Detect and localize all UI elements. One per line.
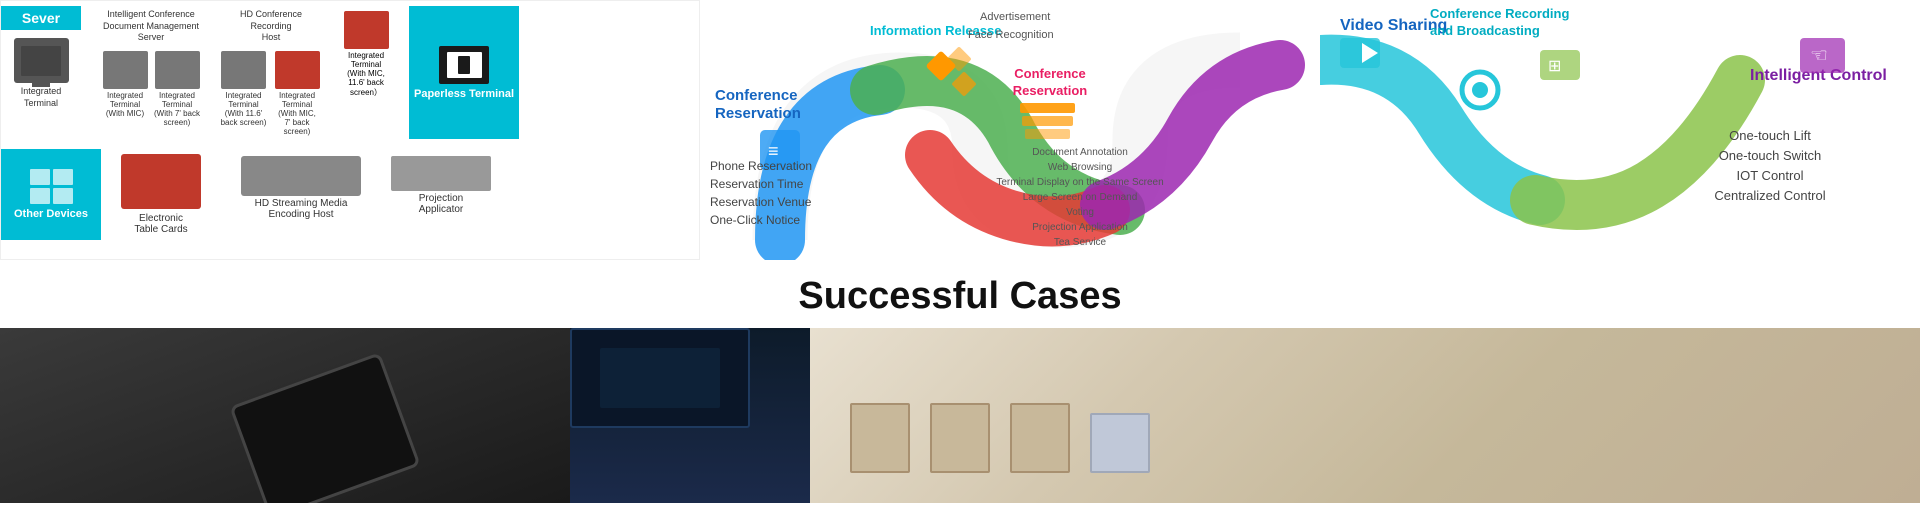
svg-text:Conference: Conference [715, 87, 798, 104]
intel-conf-label: Intelligent ConferenceDocument Managemen… [103, 9, 199, 44]
terminal-mic7-icon [275, 51, 320, 89]
terminal-mic7-label: IntegratedTerminal(With MIC,7' back scre… [271, 91, 323, 136]
hd-recording-label: HD Conference RecordingHost [219, 9, 323, 44]
main-layout: Sever IntegratedTerminal Intelligent Con… [0, 0, 1920, 260]
table-cards-label: ElectronicTable Cards [134, 213, 187, 235]
terminal-mic-icon [103, 51, 148, 89]
svg-text:Document Annotation: Document Annotation [1032, 147, 1128, 158]
encoding-icon [241, 156, 361, 196]
svg-text:One-touch Switch: One-touch Switch [1719, 148, 1822, 163]
svg-text:Reservation: Reservation [1013, 83, 1087, 98]
diagram-svg: Conference Reservation ≡ Information Rel… [700, 0, 1320, 260]
sever-badge: Sever [1, 6, 81, 30]
svg-text:⊞: ⊞ [1548, 58, 1561, 75]
terminal-mic-label: IntegratedTerminal(With MIC) [106, 91, 144, 118]
terminal-11back-icon [221, 51, 266, 89]
terminal-mic116-icon [344, 11, 389, 49]
other-devices-icons [30, 169, 73, 204]
right-svg: Video Sharing Conference Recording and B… [1320, 0, 1920, 260]
left-block: Sever IntegratedTerminal Intelligent Con… [0, 0, 700, 260]
tablet-device [229, 352, 420, 503]
svg-text:Conference Recording: Conference Recording [1430, 6, 1569, 21]
paperless-terminal: Paperless Terminal [409, 6, 519, 139]
svg-text:Web Browsing: Web Browsing [1048, 162, 1112, 173]
integrated-terminal-label: IntegratedTerminal [21, 86, 62, 109]
successful-cases-section: Successful Cases [0, 260, 1920, 328]
svg-text:Terminal Display on the Same S: Terminal Display on the Same Screen [996, 177, 1163, 188]
monitor-3 [1010, 403, 1070, 473]
other-devices-label: Other Devices [14, 208, 88, 220]
devices-panel: Sever IntegratedTerminal Intelligent Con… [1, 1, 699, 245]
integrated-terminal-icon [14, 38, 69, 83]
case-image-mid [570, 328, 810, 503]
table-card-icon [121, 154, 201, 209]
svg-text:☜: ☜ [1810, 45, 1828, 67]
cases-images-row [0, 328, 1920, 503]
svg-text:Conference: Conference [1014, 66, 1086, 81]
encoding-label: HD Streaming MediaEncoding Host [255, 198, 348, 220]
tv-screen [1090, 413, 1150, 473]
paperless-screen-icon [439, 46, 489, 84]
monitor-1 [850, 403, 910, 473]
case-image-left [0, 328, 570, 503]
monitor-2 [930, 403, 990, 473]
conference-room-bg [810, 328, 1920, 503]
device-icon-1 [30, 169, 50, 185]
svg-text:and Broadcasting: and Broadcasting [1430, 23, 1540, 38]
device-icon-3 [30, 188, 50, 204]
other-devices-cell: Other Devices [1, 149, 101, 240]
svg-text:IOT Control: IOT Control [1737, 168, 1804, 183]
paperless-label: Paperless Terminal [414, 88, 514, 100]
svg-text:Reservation Time: Reservation Time [710, 177, 804, 191]
case-image-right [810, 328, 1920, 503]
page-wrapper: Sever IntegratedTerminal Intelligent Con… [0, 0, 1920, 503]
device-icon-4 [53, 188, 73, 204]
device-display [570, 328, 750, 428]
svg-text:Voting: Voting [1066, 207, 1094, 218]
svg-text:Tea Service: Tea Service [1054, 237, 1107, 248]
svg-text:Advertisement: Advertisement [980, 11, 1050, 23]
svg-text:One-touch Lift: One-touch Lift [1729, 128, 1811, 143]
sever-column: Sever IntegratedTerminal [1, 6, 81, 139]
svg-text:Reservation Venue: Reservation Venue [710, 195, 812, 209]
svg-text:One-Click Notice: One-Click Notice [710, 213, 800, 227]
proj-icon [391, 156, 491, 191]
device-icon-2 [53, 169, 73, 185]
svg-text:≡: ≡ [768, 141, 779, 161]
svg-text:Face Recognition: Face Recognition [968, 29, 1054, 41]
svg-text:Phone Reservation: Phone Reservation [710, 159, 812, 173]
svg-text:Large Screen on Demand: Large Screen on Demand [1023, 192, 1138, 203]
right-area: Video Sharing Conference Recording and B… [1320, 0, 1920, 260]
svg-text:Reservation: Reservation [715, 105, 801, 122]
screen-inner [600, 348, 720, 408]
terminal-mic116-label: IntegratedTerminal(With MIC,11.6' backsc… [347, 51, 385, 98]
svg-text:Projection Application: Projection Application [1032, 222, 1128, 233]
terminal-7back-label: IntegratedTerminal(With 7' backscreen) [154, 91, 200, 127]
proj-label: ProjectionApplicator [419, 193, 463, 215]
diagram-area: Conference Reservation ≡ Information Rel… [700, 0, 1320, 260]
terminal-11back-label: IntegratedTerminal(With 11.6'back screen… [221, 91, 267, 127]
svg-text:Centralized Control: Centralized Control [1714, 188, 1825, 203]
successful-cases-title: Successful Cases [0, 275, 1920, 318]
terminal-7back-icon [155, 51, 200, 89]
